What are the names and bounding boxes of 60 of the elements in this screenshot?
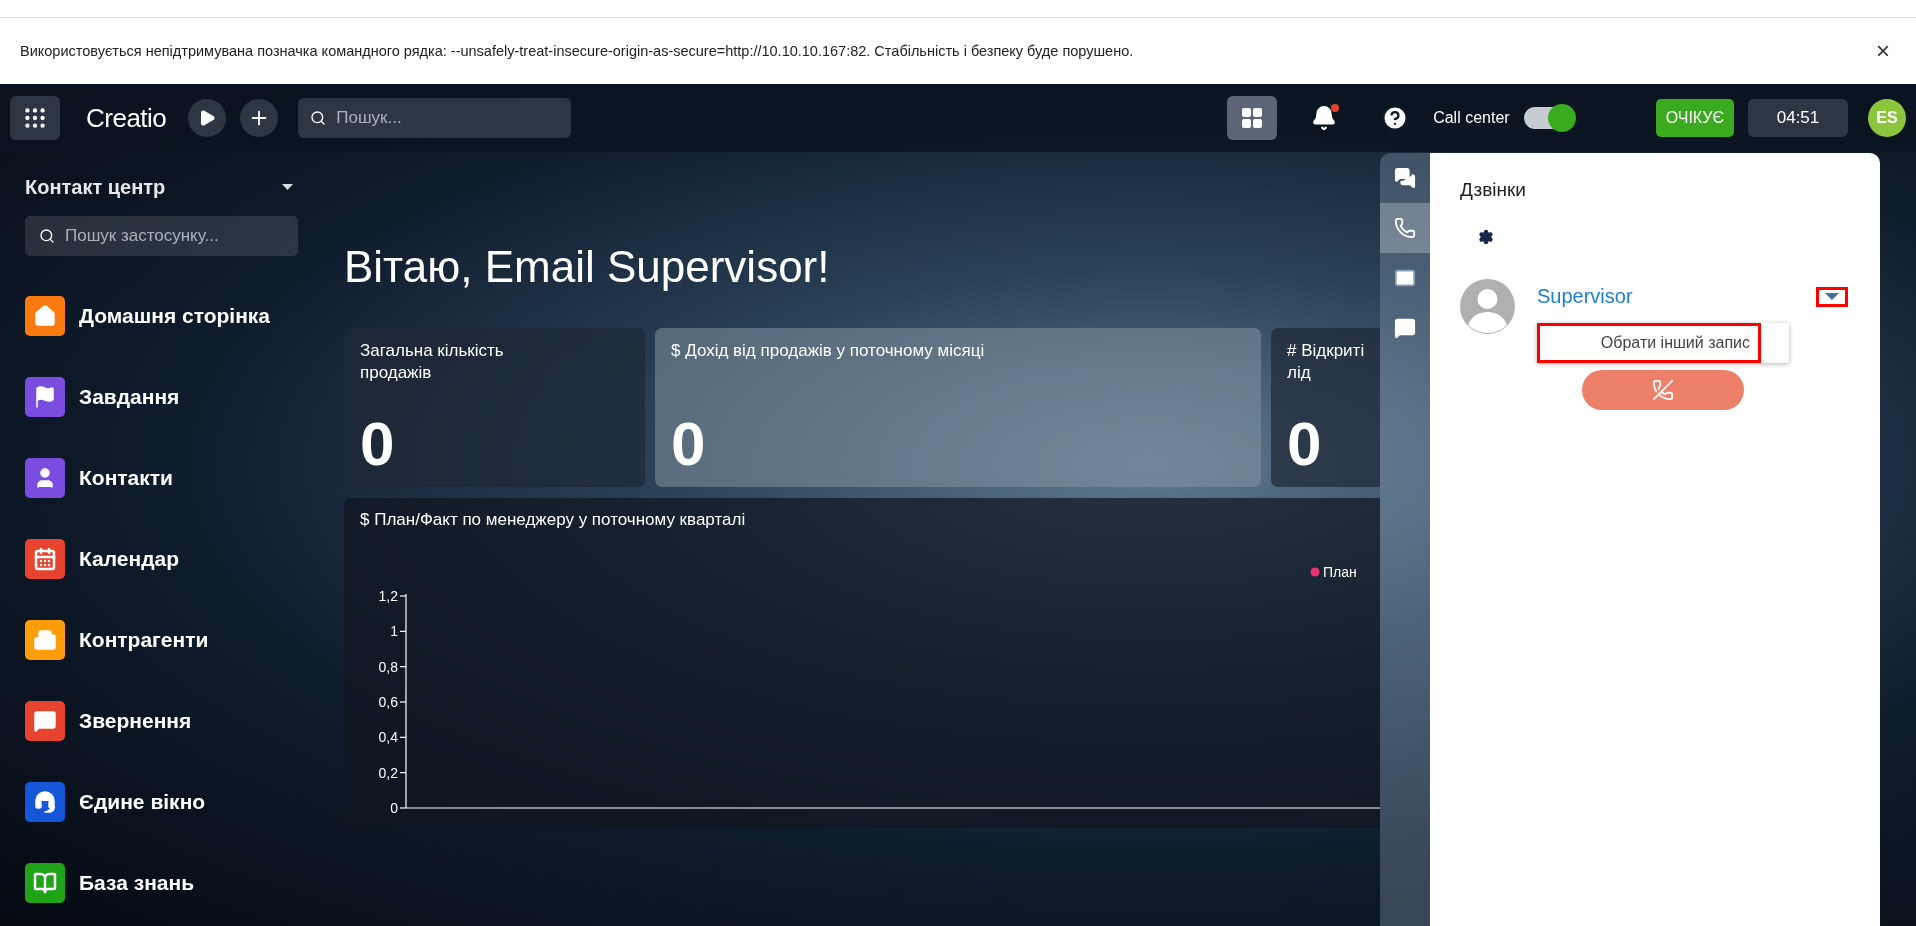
- legend-item[interactable]: План: [1310, 564, 1357, 580]
- close-button[interactable]: ×: [1870, 39, 1896, 63]
- logo: Creatio: [86, 102, 167, 134]
- metric-title: Загальна кількість продажів: [360, 340, 505, 384]
- workspace-title[interactable]: Контакт центр: [25, 175, 166, 199]
- metric-title: # Відкриті лід: [1287, 340, 1366, 384]
- play-button[interactable]: [188, 99, 227, 137]
- app-search-field[interactable]: Пошук застосунку...: [62, 225, 284, 247]
- sidebar-item[interactable]: Контакти: [25, 458, 298, 498]
- greeting-title: Вітаю, Email Supervisor!: [344, 242, 831, 293]
- menu-item[interactable]: Обрати інший запис: [1537, 323, 1761, 363]
- dropdown-button[interactable]: [1816, 286, 1848, 307]
- metric-value: 0: [671, 413, 707, 475]
- panel-title: Дзвінки: [1460, 179, 1527, 201]
- metric-value: 0: [360, 413, 396, 475]
- warning-text: Використовується непідтримувана позначка командного рядка: --unsafely-treat-insecure-origin-as-secure=http://10.10.10.167:82. Стабільність і безпеку буде порушено.: [20, 43, 1134, 59]
- chat-bubbles-icon: [1394, 167, 1416, 189]
- axis-tick-label: 1: [390, 623, 398, 640]
- sidebar-item[interactable]: Завдання: [25, 377, 298, 417]
- play-icon: [198, 109, 217, 127]
- chart-title: $ План/Факт по менеджеру у поточному кварталі: [360, 510, 747, 530]
- apps-button[interactable]: [1227, 96, 1278, 140]
- app-menu-button[interactable]: [10, 96, 60, 140]
- phone-icon: [1394, 217, 1416, 239]
- grid-icon: [1240, 106, 1265, 130]
- legend-label: План: [1323, 564, 1357, 580]
- hang-up-button[interactable]: [1582, 370, 1744, 410]
- sidebar-item[interactable]: Єдине вікно: [25, 782, 298, 822]
- notifications-button[interactable]: [1311, 105, 1338, 131]
- search-icon: [39, 227, 55, 245]
- sidebar-item[interactable]: Контрагенти: [25, 620, 298, 660]
- app-search-bar[interactable]: Пошук застосунку...: [25, 216, 298, 256]
- sidebar-item[interactable]: Календар: [25, 539, 298, 579]
- message-bubble-icon: [1394, 317, 1416, 339]
- dot-grid-icon: [22, 105, 48, 131]
- help-button[interactable]: [1381, 104, 1410, 132]
- call-center-label: Call center: [1433, 109, 1510, 127]
- search-icon: [310, 109, 327, 127]
- axis-tick-label: 0,6: [378, 694, 398, 710]
- axis-tick-label: 0: [390, 800, 398, 816]
- sidebar-item[interactable]: Звернення: [25, 701, 298, 741]
- metric-title: $ Дохід від продажів у поточному місяці: [671, 340, 986, 362]
- axis-tick-label: 0,8: [378, 658, 398, 675]
- caret-icon[interactable]: [282, 184, 293, 190]
- axis-tick-label: 0,2: [378, 764, 398, 781]
- channel-tab[interactable]: [1380, 203, 1430, 253]
- caret-icon: [1825, 293, 1839, 300]
- sidebar-item[interactable]: Домашня сторінка: [25, 296, 298, 336]
- axis-tick-label: 1,2: [378, 588, 398, 604]
- phone-off-icon: [1652, 379, 1674, 401]
- call-timer: 04:51: [1748, 99, 1848, 137]
- contact-link[interactable]: Supervisor: [1537, 285, 1633, 308]
- sidebar-item[interactable]: База знань: [25, 863, 298, 903]
- search-bar[interactable]: Пошук...: [298, 98, 572, 138]
- settings-button[interactable]: [1478, 229, 1496, 245]
- search-field[interactable]: Пошук...: [334, 107, 560, 129]
- metric-value: 0: [1287, 413, 1323, 475]
- axis-tick-label: 0,4: [378, 729, 398, 746]
- avatar-silhouette: [1460, 279, 1515, 334]
- add-button[interactable]: [240, 99, 279, 137]
